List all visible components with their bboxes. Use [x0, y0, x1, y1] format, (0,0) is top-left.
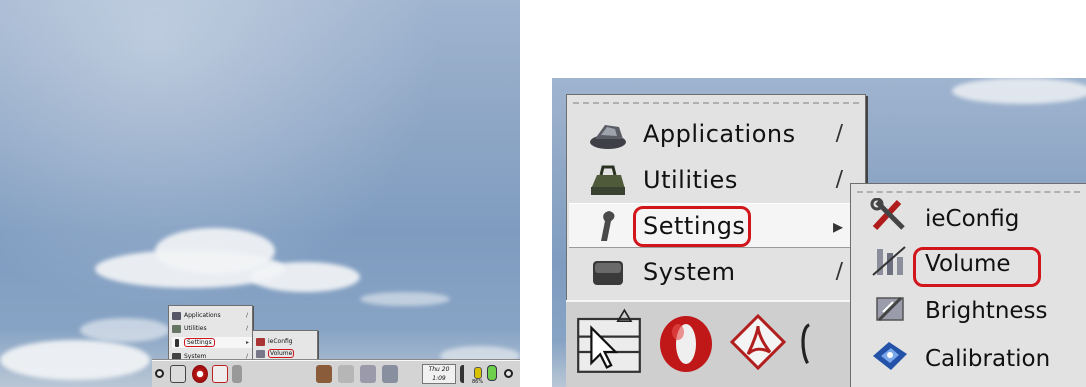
submenu-item-label: Calibration: [925, 346, 1051, 372]
cloud: [155, 228, 275, 274]
submenu-item-calibration[interactable]: Calibration: [851, 338, 1086, 382]
signal-icon[interactable]: [460, 365, 468, 383]
menu-item-label: Utilities: [184, 325, 207, 332]
taskbar: Thu 20 1:09 86%: [152, 360, 520, 387]
volume-tray-icon[interactable]: [382, 365, 398, 383]
tearoff-line[interactable]: [857, 191, 1080, 193]
ieconfig-icon: [870, 198, 905, 231]
submenu-arrow-icon: ∕: [835, 121, 843, 146]
highlight-circle: [633, 206, 751, 247]
volume-icon: [256, 349, 265, 358]
sky-background: [0, 0, 520, 387]
submenu-item-ieconfig[interactable]: ieConfig: [851, 198, 1086, 242]
zoomed-menu-view: Applications ∕ Utilities ∕ Settings ▸ Sy…: [552, 78, 1086, 387]
submenu-arrow-icon: ∕: [835, 259, 843, 284]
applications-icon: [172, 311, 181, 320]
brightness-icon: [876, 296, 904, 322]
settings-submenu: ieConfig Volume Brightness Calibration: [850, 183, 1086, 387]
clock-day: Thu 20: [428, 366, 450, 373]
submenu-item-label: ieConfig: [925, 206, 1020, 232]
cloud: [360, 292, 450, 306]
opera-icon[interactable]: [192, 365, 208, 383]
app-icon[interactable]: [798, 314, 814, 374]
taskbar-zoomed: [566, 300, 866, 387]
menu-item-label: Applications: [184, 312, 221, 319]
submenu-item-ieconfig[interactable]: ieConfig: [256, 336, 293, 347]
edit-icon[interactable]: [360, 365, 376, 383]
submenu-arrow-icon: ∕: [835, 167, 843, 192]
utilities-icon: [172, 324, 181, 333]
tools-icon[interactable]: [316, 365, 332, 383]
volume-icon: [872, 246, 906, 276]
opera-icon[interactable]: [656, 310, 716, 374]
network-icon[interactable]: [338, 365, 354, 383]
submenu-arrow-icon: ▸: [246, 339, 250, 346]
menu-item-applications[interactable]: Applications ∕: [172, 310, 250, 321]
menu-item-settings[interactable]: Settings ▸: [569, 203, 863, 248]
menu-item-label: System: [184, 353, 207, 360]
submenu-item-volume[interactable]: Volume: [256, 348, 295, 359]
submenu-item-volume[interactable]: Volume: [851, 245, 1086, 289]
cloud: [0, 340, 150, 380]
submenu-item-label: ieConfig: [268, 338, 293, 345]
highlight-circle: [913, 247, 1041, 287]
menu-item-system[interactable]: System ∕: [569, 249, 863, 294]
acrobat-icon[interactable]: [728, 310, 788, 374]
system-icon: [593, 260, 623, 285]
cloud: [250, 262, 360, 292]
submenu-item-label: Brightness: [925, 298, 1048, 324]
cloud: [952, 78, 1086, 104]
tearoff-line[interactable]: [573, 102, 859, 104]
submenu-arrow-icon: ▸: [832, 213, 843, 238]
menu-item-utilities[interactable]: Utilities ∕: [172, 323, 250, 334]
battery-icon[interactable]: [474, 367, 482, 379]
menu-item-label: Applications: [643, 119, 796, 148]
settings-icon: [175, 338, 179, 347]
app-icon[interactable]: [232, 365, 242, 383]
panel-handle-right-icon[interactable]: [504, 369, 513, 378]
start-menu-mini: Applications ∕ Utilities ∕ Settings ▸ Sy…: [168, 305, 253, 363]
ieconfig-icon: [256, 337, 265, 346]
clock-time: 1:09: [432, 375, 446, 382]
status-indicator-icon[interactable]: [487, 365, 497, 381]
menu-item-label: Settings: [184, 338, 215, 347]
menu-item-applications[interactable]: Applications ∕: [569, 111, 863, 156]
cloud: [80, 318, 170, 342]
submenu-arrow-icon: ∕: [246, 325, 249, 332]
acrobat-icon[interactable]: [212, 365, 228, 383]
terminal-icon[interactable]: [170, 365, 186, 383]
submenu-item-brightness[interactable]: Brightness: [851, 292, 1086, 336]
applications-icon: [590, 124, 626, 149]
menu-item-settings[interactable]: Settings ▸: [172, 337, 252, 348]
submenu-arrow-icon: ∕: [246, 353, 249, 360]
settings-icon: [601, 210, 615, 241]
panel-handle-left-icon[interactable]: [155, 369, 164, 378]
submenu-arrow-icon: ∕: [246, 312, 249, 319]
menu-item-utilities[interactable]: Utilities ∕: [569, 157, 863, 202]
menu-item-label: Utilities: [643, 165, 738, 194]
submenu-item-label: Volume: [268, 349, 295, 358]
calibration-icon: [873, 342, 907, 370]
desktop-screenshot: Applications ∕ Utilities ∕ Settings ▸ Sy…: [0, 0, 520, 387]
clock[interactable]: Thu 20 1:09: [422, 364, 456, 384]
menu-item-label: System: [643, 257, 736, 286]
utilities-icon: [591, 165, 625, 195]
battery-percent: 86%: [472, 379, 484, 385]
terminal-icon[interactable]: [576, 308, 642, 374]
start-menu: Applications ∕ Utilities ∕ Settings ▸ Sy…: [566, 94, 866, 319]
